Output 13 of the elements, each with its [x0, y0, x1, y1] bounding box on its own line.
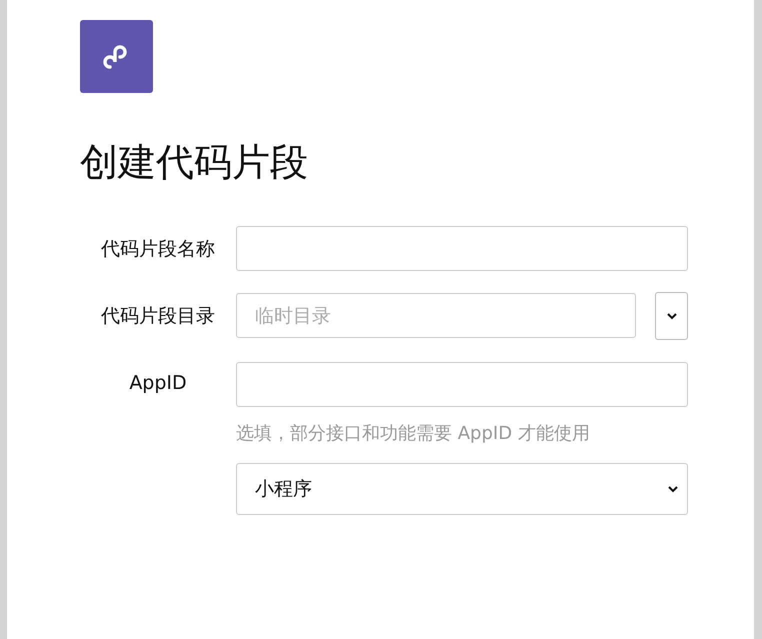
select-dropdown[interactable]: 小程序: [236, 463, 688, 515]
app-logo-icon: [80, 20, 153, 93]
chevron-down-icon: [666, 312, 678, 320]
page-title: 创建代码片段: [80, 139, 309, 186]
hint-text: 选填，部分接口和功能需要 AppID 才能使用: [236, 422, 591, 445]
input-field[interactable]: 临时目录: [236, 293, 636, 338]
input-field[interactable]: [236, 226, 688, 271]
dropdown-button[interactable]: [655, 292, 688, 340]
field-label: AppID: [129, 372, 187, 394]
chevron-down-icon: [667, 485, 679, 493]
field-label: 代码片段名称: [101, 237, 215, 262]
input-field[interactable]: [236, 362, 688, 407]
field-label: 代码片段目录: [101, 304, 215, 329]
